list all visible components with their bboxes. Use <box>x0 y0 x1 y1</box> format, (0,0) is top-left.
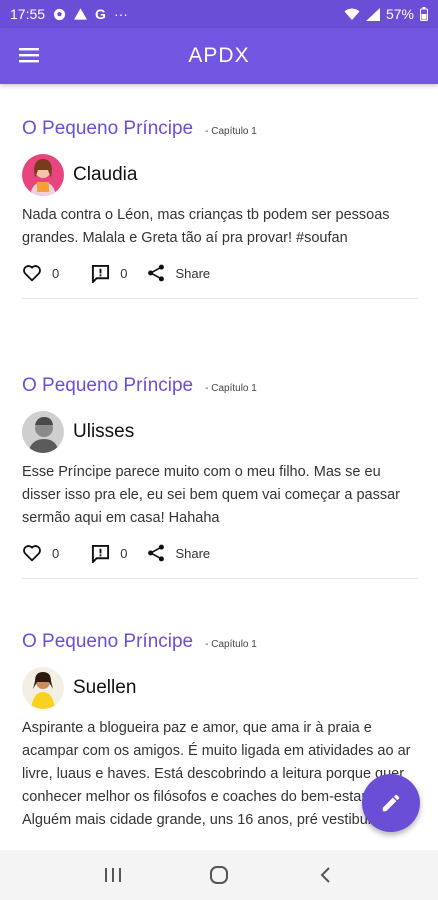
post-text: Esse Príncipe parece muito com o meu fil… <box>22 464 400 526</box>
divider <box>22 578 418 579</box>
app-bar: APDX <box>0 28 438 84</box>
status-time: 17:55 <box>10 6 46 22</box>
post-header: O Pequeno Príncipe - Capítulo 1 <box>22 631 418 653</box>
comment-count: 0 <box>120 545 128 561</box>
compose-fab-button[interactable] <box>362 774 420 832</box>
home-icon <box>210 866 228 884</box>
chapter-label: - Capítulo 1 <box>205 639 257 650</box>
recent-apps-button[interactable] <box>93 855 133 895</box>
book-title-link[interactable]: O Pequeno Príncipe <box>22 631 193 653</box>
like-button[interactable]: 0 <box>22 544 59 562</box>
home-button[interactable] <box>199 855 239 895</box>
back-icon <box>320 867 330 883</box>
pencil-icon <box>382 794 400 812</box>
comment-icon <box>92 544 110 563</box>
author-name[interactable]: Claudia <box>73 164 137 186</box>
post-text: Aspirante a blogueira paz e amor, que am… <box>22 720 411 828</box>
battery-percent: 57% <box>385 6 414 22</box>
book-title-link[interactable]: O Pequeno Príncipe <box>22 118 193 140</box>
post-actions: 0 0 Share <box>22 262 418 284</box>
avatar[interactable] <box>22 154 64 196</box>
book-title-link[interactable]: O Pequeno Príncipe <box>22 375 193 397</box>
wifi-icon <box>344 8 360 21</box>
comment-count: 0 <box>120 265 128 281</box>
comment-button[interactable]: 0 <box>91 544 127 563</box>
author-row[interactable]: Suellen <box>22 667 418 709</box>
comment-icon <box>92 264 110 283</box>
status-bar: 17:55 G ··· 57% <box>0 0 438 28</box>
share-icon <box>148 544 165 562</box>
drive-icon <box>74 8 88 20</box>
post-card: O Pequeno Príncipe - Capítulo 1 Ulisses … <box>22 375 418 579</box>
share-button[interactable]: Share <box>147 264 210 282</box>
post-actions: 0 0 Share <box>22 542 418 564</box>
menu-button[interactable] <box>18 44 42 68</box>
google-icon: G <box>95 6 106 22</box>
heart-icon <box>23 545 41 562</box>
chapter-label: - Capítulo 1 <box>205 126 257 137</box>
heart-icon <box>23 265 41 282</box>
like-count: 0 <box>52 265 60 281</box>
recent-apps-icon <box>105 868 121 882</box>
author-name[interactable]: Ulisses <box>73 421 134 443</box>
battery-icon <box>420 7 428 21</box>
author-row[interactable]: Ulisses <box>22 411 418 453</box>
soccer-icon <box>53 8 66 21</box>
system-nav-bar <box>0 850 438 900</box>
app-title: APDX <box>188 44 250 67</box>
share-label: Share <box>175 265 211 281</box>
more-icon: ··· <box>113 6 128 22</box>
like-count: 0 <box>52 545 60 561</box>
avatar[interactable] <box>22 667 64 709</box>
share-label: Share <box>175 545 211 561</box>
author-row[interactable]: Claudia <box>22 154 418 196</box>
comment-button[interactable]: 0 <box>91 264 127 283</box>
share-icon <box>148 264 165 282</box>
post-card: O Pequeno Príncipe - Capítulo 1 Suellen … <box>22 631 418 832</box>
divider <box>22 298 418 299</box>
post-text: Nada contra o Léon, mas crianças tb pode… <box>22 207 390 246</box>
back-button[interactable] <box>305 855 345 895</box>
hamburger-icon <box>19 48 39 63</box>
chapter-label: - Capítulo 1 <box>205 383 257 394</box>
post-header: O Pequeno Príncipe - Capítulo 1 <box>22 375 418 397</box>
post-header: O Pequeno Príncipe - Capítulo 1 <box>22 118 418 140</box>
share-button[interactable]: Share <box>147 544 210 562</box>
author-name[interactable]: Suellen <box>73 677 136 699</box>
post-card: O Pequeno Príncipe - Capítulo 1 Claudia … <box>22 118 418 299</box>
feed[interactable]: O Pequeno Príncipe - Capítulo 1 Claudia … <box>0 84 438 850</box>
signal-icon <box>365 7 380 21</box>
avatar[interactable] <box>22 411 64 453</box>
like-button[interactable]: 0 <box>22 264 59 282</box>
